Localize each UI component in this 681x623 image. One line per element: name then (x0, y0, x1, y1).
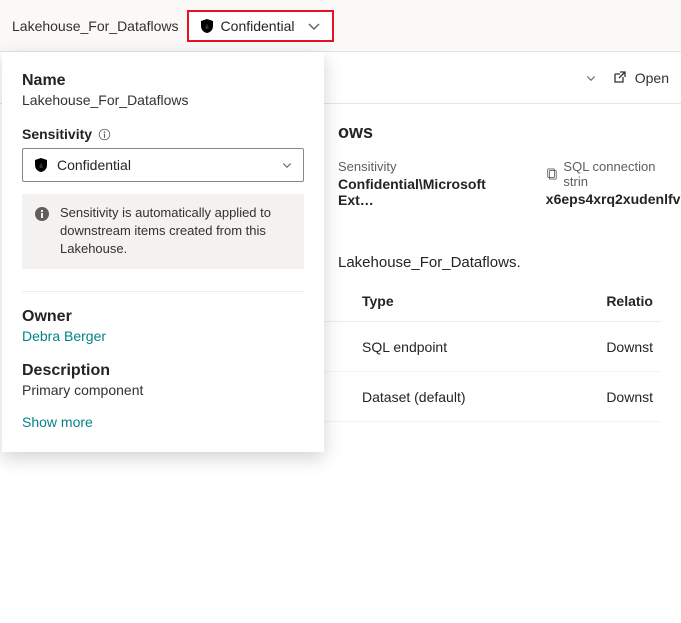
sensitivity-select-value: Confidential (57, 157, 131, 173)
info-icon[interactable] (98, 128, 111, 141)
copy-icon (546, 167, 560, 181)
details-flyout: Name Lakehouse_For_Dataflows Sensitivity… (2, 52, 324, 452)
name-heading: Name (22, 72, 304, 90)
related-heading: Lakehouse_For_Dataflows. (338, 254, 661, 271)
open-button[interactable]: Open (611, 70, 669, 86)
row-type: SQL endpoint (354, 322, 555, 372)
row-type: Dataset (default) (354, 372, 555, 422)
open-external-icon (611, 70, 627, 86)
shield-icon (33, 157, 49, 173)
description-heading: Description (22, 362, 304, 380)
sensitivity-select[interactable]: Confidential (22, 148, 304, 182)
col-type[interactable]: Type (354, 281, 555, 322)
chevron-down-icon (306, 18, 322, 34)
description-value: Primary component (22, 382, 304, 398)
sql-connection-label: SQL connection strin (546, 159, 681, 189)
chevron-down-icon[interactable] (585, 72, 597, 84)
row-relation: Downst (555, 322, 661, 372)
col-relation[interactable]: Relatio (555, 281, 661, 322)
show-more-link[interactable]: Show more (22, 414, 93, 430)
sensitivity-field-label: Sensitivity (338, 159, 486, 174)
open-label: Open (635, 70, 669, 86)
name-value: Lakehouse_For_Dataflows (22, 92, 304, 108)
page-title-suffix: ows (338, 122, 661, 143)
info-icon (34, 206, 50, 222)
sensitivity-chip[interactable]: Confidential (187, 10, 335, 42)
owner-heading: Owner (22, 308, 304, 326)
sensitivity-chip-label: Confidential (221, 18, 295, 34)
sensitivity-field-value: Confidential\Microsoft Ext… (338, 176, 486, 208)
sensitivity-callout: Sensitivity is automatically applied to … (22, 194, 304, 269)
breadcrumb[interactable]: Lakehouse_For_Dataflows (12, 18, 179, 34)
chevron-down-icon (281, 159, 293, 171)
row-relation: Downst (555, 372, 661, 422)
sql-connection-value: x6eps4xrq2xudenlfv (546, 191, 681, 207)
shield-icon (199, 18, 215, 34)
owner-link[interactable]: Debra Berger (22, 328, 304, 344)
sensitivity-heading: Sensitivity (22, 126, 304, 142)
